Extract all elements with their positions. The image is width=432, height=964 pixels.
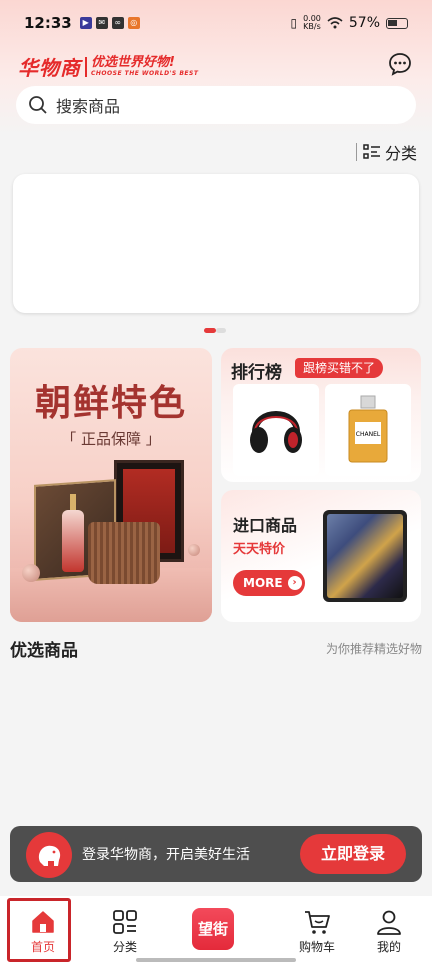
carousel-dot-active bbox=[204, 328, 216, 333]
app-logo: 华物商 优选世界好物! CHOOSE THE WORLD'S BEST bbox=[18, 52, 198, 81]
net-speed-unit: KB/s bbox=[303, 22, 321, 31]
promo-korea-subtitle: 「 正品保障 」 bbox=[61, 430, 161, 448]
ranking-title: 排行榜 bbox=[231, 363, 282, 383]
tablet-image bbox=[323, 510, 407, 602]
liquor-bottle-image bbox=[62, 494, 84, 572]
more-label: MORE bbox=[243, 576, 283, 590]
person-icon bbox=[377, 910, 401, 935]
ranking-tag: 跟榜买错不了 bbox=[295, 358, 384, 378]
wangjie-button[interactable]: 望街 bbox=[192, 908, 234, 950]
category-list-icon bbox=[363, 144, 380, 159]
nav-profile-label: 我的 bbox=[376, 940, 401, 954]
search-placeholder: 搜索商品 bbox=[56, 97, 121, 116]
nav-cart-label: 购物车 bbox=[298, 940, 335, 954]
nav-category-label: 分类 bbox=[112, 940, 137, 954]
login-prompt-text: 登录华物商，开启美好生活 bbox=[82, 847, 250, 863]
chat-bubble-icon[interactable] bbox=[388, 52, 412, 76]
ranking-product-headphones[interactable] bbox=[233, 384, 319, 476]
app-header: 华物商 优选世界好物! CHOOSE THE WORLD'S BEST bbox=[0, 46, 432, 82]
login-button[interactable]: 立即登录 bbox=[300, 834, 406, 874]
promo-imported-goods[interactable]: 进口商品 天天特价 MORE › bbox=[221, 490, 421, 622]
elephant-mascot-icon bbox=[26, 832, 72, 878]
logo-name: 华物商 bbox=[18, 56, 81, 80]
selection-highlight bbox=[7, 898, 71, 962]
category-divider bbox=[356, 143, 357, 161]
grid-icon bbox=[113, 910, 137, 934]
cart-icon bbox=[305, 911, 330, 934]
promo-korea-title: 朝鲜特色 bbox=[34, 382, 187, 424]
status-time: 12:33 bbox=[24, 14, 72, 32]
carousel-indicator bbox=[204, 328, 226, 333]
nav-category[interactable]: 分类 bbox=[82, 896, 168, 964]
logo-slogan-en: CHOOSE THE WORLD'S BEST bbox=[91, 70, 199, 77]
logo-slogan-block: 优选世界好物! CHOOSE THE WORLD'S BEST bbox=[91, 55, 199, 78]
chevron-right-icon: › bbox=[287, 576, 302, 590]
logo-slogan: 优选世界好物! bbox=[91, 55, 175, 70]
logo-divider bbox=[85, 56, 87, 77]
search-icon bbox=[29, 96, 47, 114]
decor-ball bbox=[22, 564, 40, 582]
carousel-dot bbox=[216, 328, 226, 333]
category-link[interactable]: 分类 bbox=[356, 140, 417, 164]
perfume-bottle-image: CHANEL bbox=[348, 395, 388, 463]
more-button[interactable]: MORE › bbox=[233, 570, 305, 596]
decor-ball-small bbox=[188, 544, 200, 556]
ranking-product-perfume[interactable]: CHANEL bbox=[325, 384, 411, 476]
woven-basket-image bbox=[88, 522, 160, 584]
headphones-image bbox=[250, 411, 302, 453]
banner-carousel[interactable] bbox=[13, 174, 419, 313]
search-bar[interactable]: 搜索商品 bbox=[16, 86, 416, 124]
wifi-icon bbox=[327, 17, 343, 29]
category-link-label: 分类 bbox=[385, 144, 418, 163]
net-speed: 0.00 KB/s bbox=[303, 15, 321, 31]
notification-mail-icon: ✉ bbox=[95, 17, 108, 29]
notification-link-icon: ∞ bbox=[111, 17, 124, 29]
section-subtitle: 为你推荐精选好物 bbox=[325, 642, 422, 656]
battery-icon bbox=[386, 17, 408, 29]
notification-app2-icon: ◎ bbox=[127, 17, 140, 29]
login-prompt-bar: 登录华物商，开启美好生活 立即登录 bbox=[10, 826, 422, 882]
import-title: 进口商品 bbox=[233, 516, 298, 535]
notification-app-icon: ▶ bbox=[79, 17, 92, 29]
section-title: 优选商品 bbox=[10, 641, 78, 661]
gesture-bar bbox=[136, 958, 296, 962]
nav-profile[interactable]: 我的 bbox=[346, 896, 432, 964]
promo-korea-specialty[interactable]: 朝鲜特色 「 正品保障 」 bbox=[10, 348, 212, 622]
perfume-label: CHANEL bbox=[356, 431, 381, 438]
vibrate-icon: ▯ bbox=[290, 16, 298, 30]
promo-ranking[interactable]: 排行榜 跟榜买错不了 CHANEL bbox=[221, 348, 421, 482]
battery-percent: 57% bbox=[348, 15, 380, 31]
import-subtitle: 天天特价 bbox=[233, 542, 286, 557]
status-bar: 12:33 ▶ ✉ ∞ ◎ ▯ 0.00 KB/s 57% bbox=[0, 0, 432, 46]
